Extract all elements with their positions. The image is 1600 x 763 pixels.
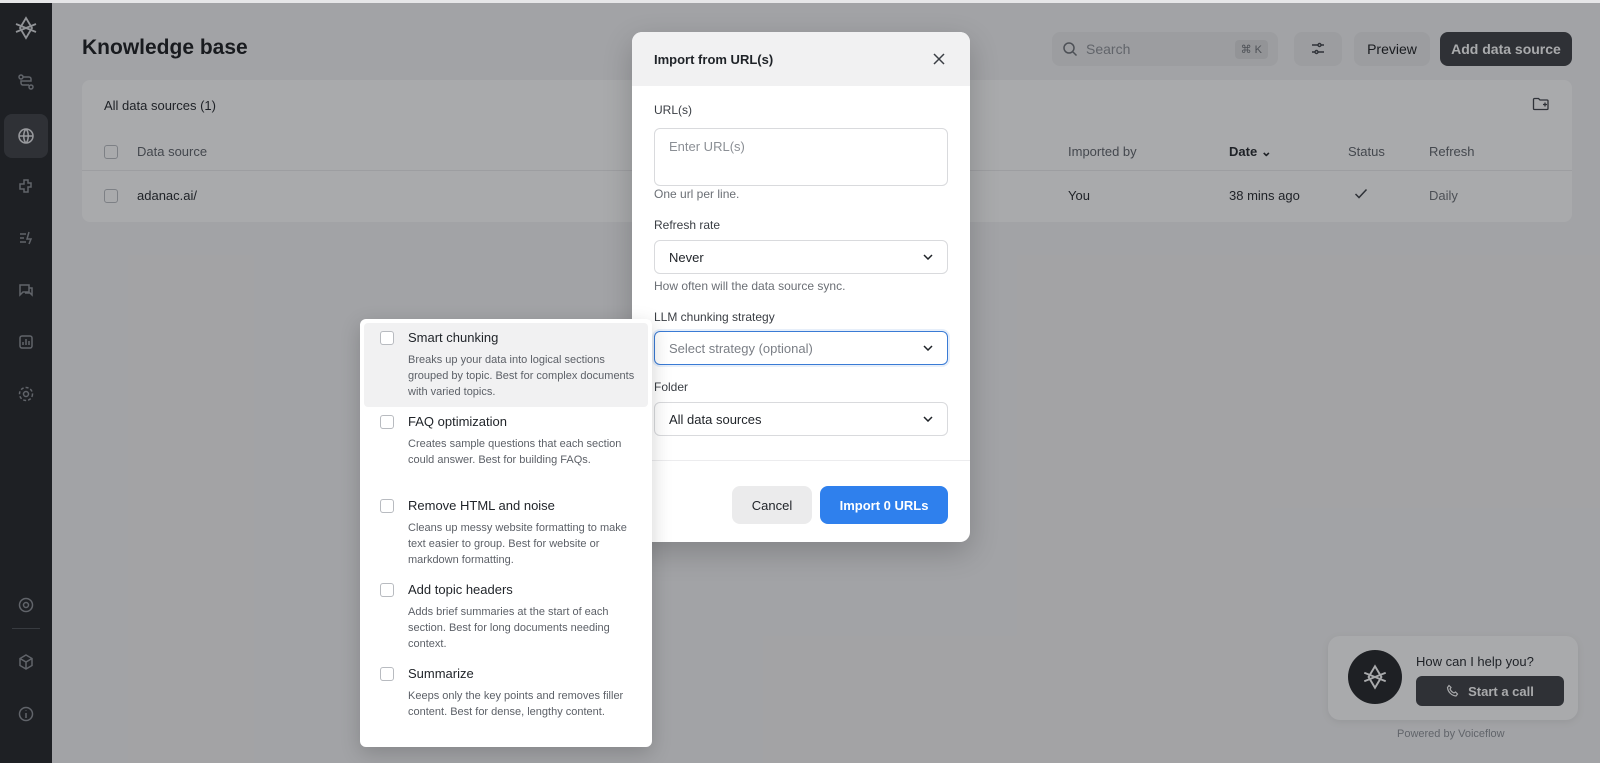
chunking-strategy-label: LLM chunking strategy xyxy=(654,310,775,324)
chevron-down-icon xyxy=(923,345,933,351)
strategy-option-summarize[interactable]: Summarize Keeps only the key points and … xyxy=(364,659,648,743)
import-url-modal: Import from URL(s) URL(s) Enter URL(s) O… xyxy=(632,32,970,542)
chevron-down-icon xyxy=(923,254,933,260)
strategy-checkbox[interactable] xyxy=(380,499,394,513)
strategy-option-smart-chunking[interactable]: Smart chunking Breaks up your data into … xyxy=(364,323,648,407)
refresh-rate-hint: How often will the data source sync. xyxy=(654,279,846,293)
refresh-rate-select[interactable]: Never xyxy=(654,240,948,274)
strategy-description: Cleans up messy website formatting to ma… xyxy=(408,522,627,566)
chevron-down-icon xyxy=(923,416,933,422)
window-top-edge xyxy=(0,0,1600,3)
chunking-strategy-dropdown: Smart chunking Breaks up your data into … xyxy=(360,319,652,747)
folder-label: Folder xyxy=(654,380,689,394)
strategy-title: Smart chunking xyxy=(408,330,499,345)
chunking-strategy-placeholder: Select strategy (optional) xyxy=(669,340,813,356)
strategy-title: Remove HTML and noise xyxy=(408,498,555,513)
strategy-title: Summarize xyxy=(408,666,474,681)
strategy-option-topic-headers[interactable]: Add topic headers Adds brief summaries a… xyxy=(364,575,648,659)
refresh-rate-value: Never xyxy=(669,249,704,265)
modal-footer-divider xyxy=(632,460,970,461)
urls-label: URL(s) xyxy=(654,103,692,117)
chunking-strategy-select[interactable]: Select strategy (optional) xyxy=(654,331,948,365)
urls-hint: One url per line. xyxy=(654,187,740,201)
strategy-checkbox[interactable] xyxy=(380,331,394,345)
strategy-title: FAQ optimization xyxy=(408,414,507,429)
strategy-description: Adds brief summaries at the start of eac… xyxy=(408,606,610,650)
import-urls-button[interactable]: Import 0 URLs xyxy=(820,486,948,524)
folder-select[interactable]: All data sources xyxy=(654,402,948,436)
modal-title: Import from URL(s) xyxy=(632,32,970,86)
refresh-rate-label: Refresh rate xyxy=(654,218,721,232)
strategy-description: Creates sample questions that each secti… xyxy=(408,438,622,466)
cancel-button[interactable]: Cancel xyxy=(732,486,812,524)
strategy-option-remove-html[interactable]: Remove HTML and noise Cleans up messy we… xyxy=(364,491,648,575)
strategy-checkbox[interactable] xyxy=(380,415,394,429)
close-icon[interactable] xyxy=(928,48,950,70)
strategy-description: Breaks up your data into logical section… xyxy=(408,354,635,398)
strategy-checkbox[interactable] xyxy=(380,667,394,681)
urls-textarea[interactable]: Enter URL(s) xyxy=(654,128,948,186)
folder-value: All data sources xyxy=(669,411,762,427)
strategy-option-faq-optimization[interactable]: FAQ optimization Creates sample question… xyxy=(364,407,648,491)
strategy-title: Add topic headers xyxy=(408,582,513,597)
strategy-checkbox[interactable] xyxy=(380,583,394,597)
strategy-description: Keeps only the key points and removes fi… xyxy=(408,690,624,718)
